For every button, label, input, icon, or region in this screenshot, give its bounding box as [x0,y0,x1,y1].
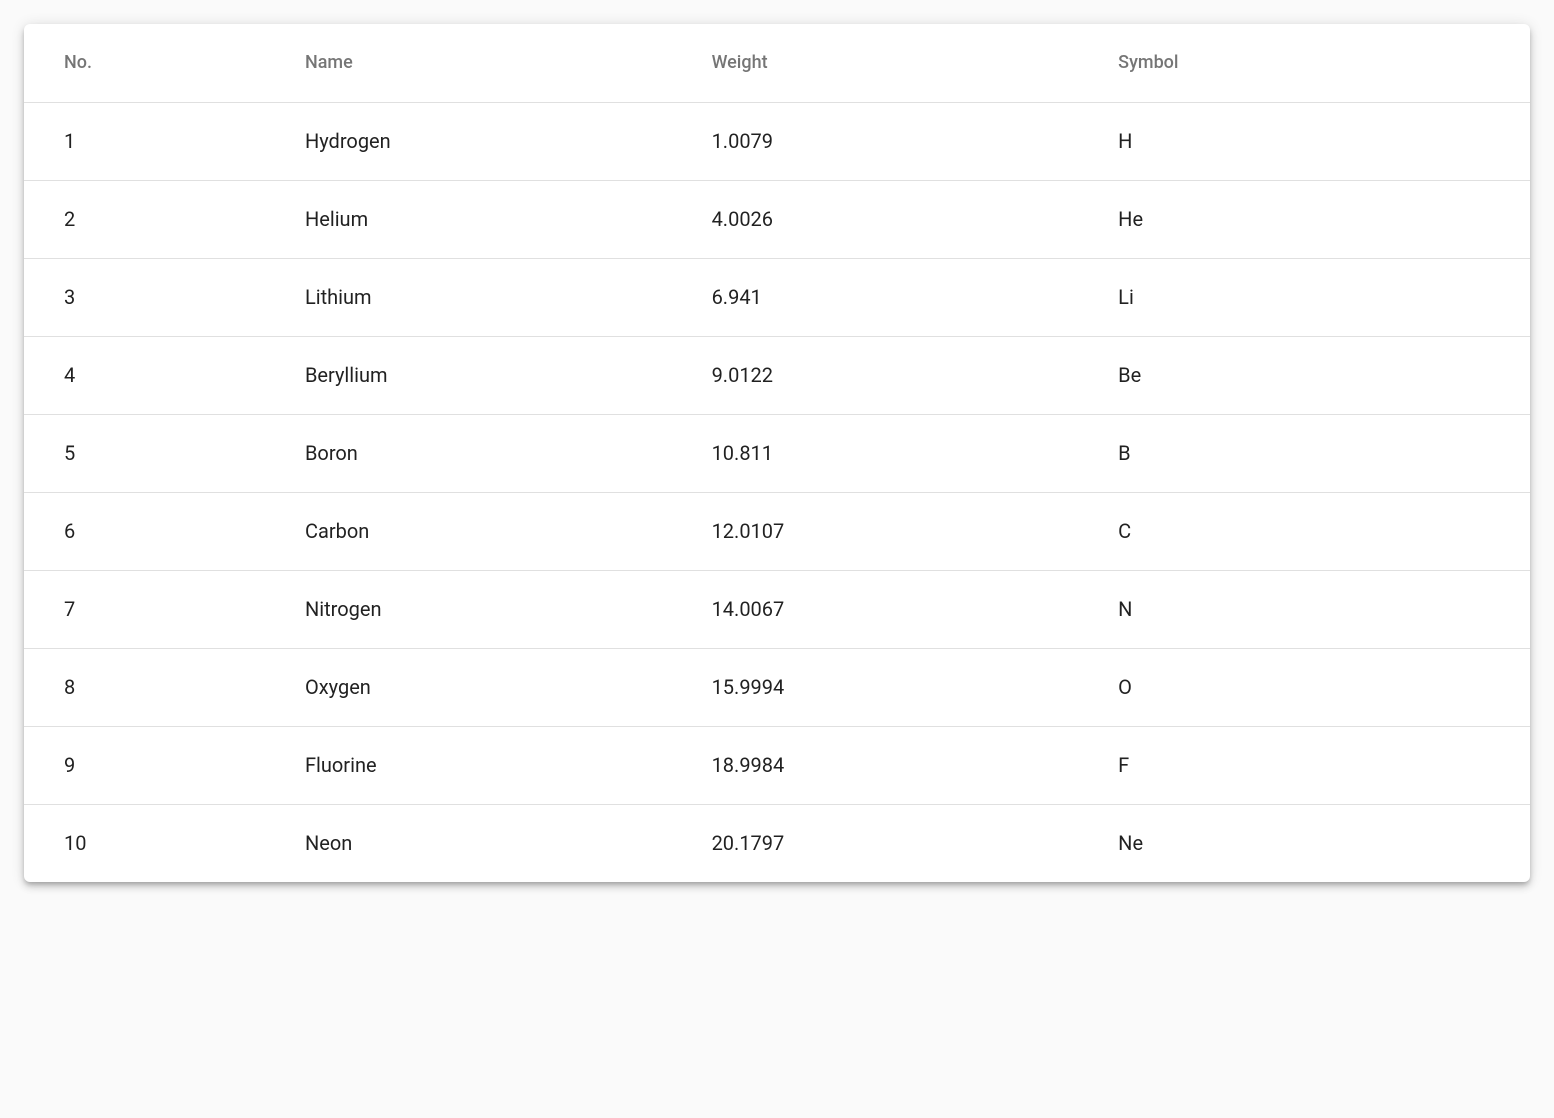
cell-no: 7 [24,570,265,648]
table-row[interactable]: 8 Oxygen 15.9994 O [24,648,1530,726]
column-header-symbol[interactable]: Symbol [1078,24,1530,102]
cell-weight: 12.0107 [672,492,1079,570]
cell-name: Helium [265,180,672,258]
cell-weight: 15.9994 [672,648,1079,726]
cell-symbol: He [1078,180,1530,258]
cell-weight: 18.9984 [672,726,1079,804]
elements-table: No. Name Weight Symbol 1 Hydrogen 1.0079… [24,24,1530,882]
cell-symbol: H [1078,102,1530,180]
column-header-name[interactable]: Name [265,24,672,102]
table-header-row: No. Name Weight Symbol [24,24,1530,102]
cell-name: Nitrogen [265,570,672,648]
cell-name: Oxygen [265,648,672,726]
cell-weight: 1.0079 [672,102,1079,180]
cell-no: 9 [24,726,265,804]
cell-no: 1 [24,102,265,180]
table-row[interactable]: 2 Helium 4.0026 He [24,180,1530,258]
cell-name: Fluorine [265,726,672,804]
table-row[interactable]: 6 Carbon 12.0107 C [24,492,1530,570]
column-header-weight[interactable]: Weight [672,24,1079,102]
cell-name: Lithium [265,258,672,336]
cell-weight: 14.0067 [672,570,1079,648]
cell-name: Carbon [265,492,672,570]
cell-weight: 20.1797 [672,804,1079,882]
cell-no: 8 [24,648,265,726]
cell-no: 2 [24,180,265,258]
column-header-no[interactable]: No. [24,24,265,102]
table-row[interactable]: 7 Nitrogen 14.0067 N [24,570,1530,648]
table-row[interactable]: 1 Hydrogen 1.0079 H [24,102,1530,180]
table-row[interactable]: 4 Beryllium 9.0122 Be [24,336,1530,414]
cell-no: 5 [24,414,265,492]
table-row[interactable]: 5 Boron 10.811 B [24,414,1530,492]
cell-no: 3 [24,258,265,336]
cell-weight: 6.941 [672,258,1079,336]
cell-name: Beryllium [265,336,672,414]
cell-symbol: F [1078,726,1530,804]
cell-symbol: C [1078,492,1530,570]
cell-symbol: Li [1078,258,1530,336]
cell-name: Neon [265,804,672,882]
cell-name: Boron [265,414,672,492]
cell-symbol: B [1078,414,1530,492]
cell-no: 6 [24,492,265,570]
cell-no: 10 [24,804,265,882]
cell-name: Hydrogen [265,102,672,180]
cell-symbol: Be [1078,336,1530,414]
cell-weight: 10.811 [672,414,1079,492]
table-row[interactable]: 9 Fluorine 18.9984 F [24,726,1530,804]
cell-symbol: N [1078,570,1530,648]
cell-weight: 4.0026 [672,180,1079,258]
table-row[interactable]: 10 Neon 20.1797 Ne [24,804,1530,882]
cell-symbol: O [1078,648,1530,726]
table-row[interactable]: 3 Lithium 6.941 Li [24,258,1530,336]
cell-weight: 9.0122 [672,336,1079,414]
cell-no: 4 [24,336,265,414]
cell-symbol: Ne [1078,804,1530,882]
elements-table-card: No. Name Weight Symbol 1 Hydrogen 1.0079… [24,24,1530,882]
